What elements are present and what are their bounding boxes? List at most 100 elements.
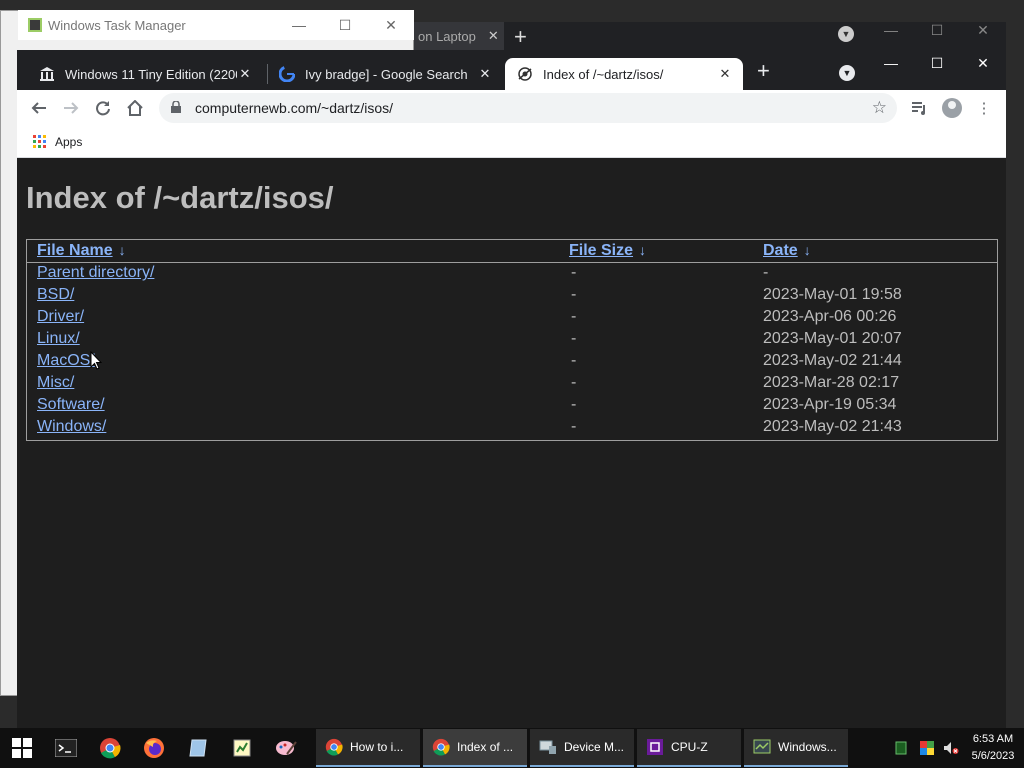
column-header-date[interactable]: Date ↓	[763, 240, 997, 263]
entry-size: -	[571, 374, 577, 391]
lock-icon[interactable]	[171, 99, 185, 116]
spreadsheet-app-icon[interactable]	[220, 728, 264, 768]
maximize-button[interactable]: ☐	[914, 50, 960, 76]
background-tab-title: on Laptop	[418, 28, 476, 44]
sort-by-date-link[interactable]: Date	[763, 242, 798, 259]
page-content: Index of /~dartz/isos/ File Name ↓ File S…	[17, 158, 1006, 728]
chrome-icon[interactable]	[88, 728, 132, 768]
minimize-icon[interactable]: —	[868, 22, 914, 39]
task-label: Index of ...	[457, 740, 514, 754]
close-icon[interactable]: ✕	[960, 22, 1006, 39]
tab-windows-11-tiny[interactable]: Windows 11 Tiny Edition (22000. ✕	[27, 58, 263, 90]
close-button[interactable]: ✕	[960, 50, 1006, 76]
plus-icon[interactable]: +	[514, 24, 527, 50]
mouse-cursor-icon	[90, 351, 102, 370]
entry-size: -	[571, 264, 577, 282]
entry-link[interactable]: Windows/	[37, 418, 106, 435]
task-label: Device M...	[564, 740, 625, 754]
entry-link[interactable]: Software/	[37, 396, 105, 413]
forward-button[interactable]	[59, 96, 83, 120]
entry-date: 2023-Mar-28 02:17	[763, 374, 900, 391]
home-icon	[127, 100, 143, 116]
star-icon[interactable]: ☆	[872, 98, 887, 118]
close-icon[interactable]: ✕	[237, 66, 253, 82]
table-row: Software/ - 2023-Apr-19 05:34	[27, 394, 997, 416]
tab-search-button[interactable]: ▼	[839, 65, 855, 81]
clock-date: 5/6/2023	[971, 750, 1015, 762]
task-manager-titlebar[interactable]: Windows Task Manager — ☐ ✕	[18, 10, 414, 40]
table-row: Driver/ - 2023-Apr-06 00:26	[27, 306, 997, 328]
start-button[interactable]	[0, 728, 44, 768]
tray-app-icon[interactable]	[888, 728, 914, 768]
table-row: Linux/ - 2023-May-01 20:07	[27, 328, 997, 350]
sort-arrow-icon[interactable]: ↓	[804, 242, 811, 258]
minimize-button[interactable]: —	[868, 50, 914, 76]
taskbar-task-cpuz[interactable]: CPU-Z	[637, 729, 741, 767]
taskbar-task-windows[interactable]: Windows...	[744, 729, 848, 767]
sort-arrow-icon[interactable]: ↓	[639, 242, 646, 258]
task-manager-icon	[28, 18, 42, 32]
tm-close-button[interactable]: ✕	[368, 10, 414, 40]
entry-link[interactable]: Misc/	[37, 374, 74, 391]
firefox-icon[interactable]	[132, 728, 176, 768]
apps-grid-icon[interactable]	[33, 134, 47, 149]
close-icon[interactable]: ✕	[477, 66, 493, 82]
entry-link[interactable]: Linux/	[37, 330, 80, 347]
task-manager-title: Windows Task Manager	[48, 17, 186, 33]
taskbar-task-index-of[interactable]: Index of ...	[423, 729, 527, 767]
entry-date: 2023-May-02 21:43	[763, 418, 902, 435]
window-controls: — ☐ ✕	[868, 50, 1006, 76]
entry-date: 2023-May-01 19:58	[763, 286, 902, 303]
sort-by-size-link[interactable]: File Size	[569, 242, 633, 259]
reload-button[interactable]	[91, 96, 115, 120]
home-button[interactable]	[123, 96, 147, 120]
table-row: BSD/ - 2023-May-01 19:58	[27, 284, 997, 306]
taskbar-task-how-to[interactable]: How to i...	[316, 729, 420, 767]
volume-muted-icon[interactable]	[940, 728, 962, 768]
more-menu-icon[interactable]: ⋮	[972, 96, 996, 120]
clock[interactable]: 6:53 AM 5/6/2023	[962, 731, 1024, 765]
new-tab-button[interactable]: +	[757, 60, 770, 82]
table-row: Misc/ - 2023-Mar-28 02:17	[27, 372, 997, 394]
paint-app-icon[interactable]	[264, 728, 308, 768]
tm-minimize-button[interactable]: —	[276, 10, 322, 40]
arrow-left-icon	[31, 102, 46, 114]
profile-button[interactable]	[940, 96, 964, 120]
bookmarks-bar: Apps	[17, 126, 1006, 158]
bookmark-apps[interactable]: Apps	[55, 135, 82, 149]
tab-title: Ivy bradge] - Google Search	[305, 66, 468, 82]
notes-app-icon[interactable]	[176, 728, 220, 768]
site-icon	[517, 66, 533, 82]
column-header-name[interactable]: File Name ↓	[27, 240, 569, 263]
background-browser-tab[interactable]: on Laptop ✕	[414, 22, 504, 50]
column-header-size[interactable]: File Size ↓	[569, 240, 763, 263]
close-icon[interactable]: ✕	[717, 66, 733, 82]
tm-maximize-button[interactable]: ☐	[322, 10, 368, 40]
url-text[interactable]: computernewb.com/~dartz/isos/	[195, 100, 872, 116]
browser-window: Windows 11 Tiny Edition (22000. ✕ Ivy br…	[17, 50, 1006, 728]
tab-index-of-isos[interactable]: Index of /~dartz/isos/ ✕	[505, 58, 743, 90]
avatar	[942, 98, 962, 118]
maximize-icon[interactable]: ☐	[914, 22, 960, 39]
address-bar[interactable]: computernewb.com/~dartz/isos/ ☆	[159, 93, 897, 123]
chevron-down-icon[interactable]: ▼	[838, 26, 854, 42]
taskbar-task-device-manager[interactable]: Device M...	[530, 729, 634, 767]
entry-link[interactable]: MacOS/	[37, 352, 95, 369]
entry-date: 2023-Apr-06 00:26	[763, 308, 897, 325]
tab-google-search[interactable]: Ivy bradge] - Google Search ✕	[267, 58, 503, 90]
task-label: Windows...	[778, 740, 837, 754]
entry-size: -	[571, 330, 577, 347]
entry-link[interactable]: Driver/	[37, 308, 84, 325]
reading-list-icon[interactable]	[907, 96, 931, 120]
terminal-icon[interactable]	[44, 728, 88, 768]
entry-link[interactable]: BSD/	[37, 286, 74, 303]
back-button[interactable]	[27, 96, 51, 120]
color-picker-icon[interactable]	[914, 728, 940, 768]
chrome-icon	[324, 737, 344, 757]
sort-by-name-link[interactable]: File Name	[37, 242, 113, 259]
cpuz-icon	[645, 737, 665, 757]
close-icon[interactable]: ✕	[488, 28, 499, 44]
sort-arrow-icon[interactable]: ↓	[119, 242, 126, 258]
entry-size: -	[571, 396, 577, 413]
entry-link[interactable]: Parent directory/	[37, 264, 154, 281]
